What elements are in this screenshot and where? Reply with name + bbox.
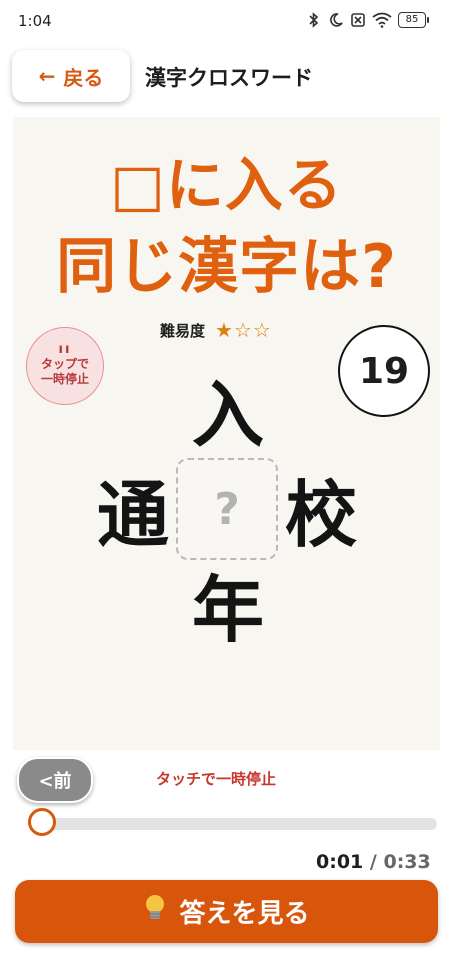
lightbulb-icon: [143, 893, 167, 930]
total-time: 0:33: [383, 851, 431, 873]
back-arrow-icon: ←: [38, 64, 56, 88]
tap-to-pause-text[interactable]: タッチで一時停止: [156, 768, 276, 789]
difficulty-label: 難易度: [160, 321, 206, 340]
kanji-bottom: 年: [191, 568, 264, 652]
moon-icon: [328, 11, 344, 29]
battery-icon: 85: [398, 12, 429, 28]
time-separator: /: [369, 851, 377, 873]
time-display: 0:01 / 0:33: [316, 851, 431, 873]
pause-badge-line-1: タップで: [40, 357, 89, 371]
progress-knob[interactable]: [28, 808, 57, 836]
star-rating-icon: ★☆☆: [215, 318, 272, 342]
back-button[interactable]: ← 戻る: [12, 50, 130, 102]
pause-badge-line-2: 一時停止: [40, 372, 89, 386]
no-sim-icon: [350, 11, 366, 29]
show-answer-button[interactable]: 答えを見る: [15, 880, 438, 943]
show-answer-label: 答えを見る: [179, 899, 310, 929]
tap-to-pause-badge[interactable]: ıı タップで 一時停止: [26, 327, 104, 405]
progress-track[interactable]: [30, 818, 437, 830]
puzzle-title-line-1: □に入る: [110, 151, 343, 219]
kanji-top: 入: [191, 373, 264, 457]
puzzle-title-line-2: 同じ漢字は?: [56, 232, 397, 302]
kanji-right: 校: [284, 473, 357, 557]
question-number-badge: 19: [338, 325, 430, 417]
difficulty-rating: 難易度 ★☆☆: [160, 318, 272, 342]
back-button-label: 戻る: [63, 65, 104, 90]
status-time: 1:04: [18, 12, 52, 30]
status-bar: 1:04 85: [0, 0, 455, 40]
previous-button[interactable]: <前: [17, 757, 93, 803]
pause-icon: ıı: [58, 342, 72, 357]
answer-box: ?: [176, 458, 278, 560]
elapsed-time: 0:01: [316, 851, 364, 873]
page-title: 漢字クロスワード: [145, 66, 313, 90]
kanji-left: 通: [96, 473, 169, 557]
bluetooth-icon: [308, 11, 320, 29]
wifi-icon: [372, 11, 392, 29]
